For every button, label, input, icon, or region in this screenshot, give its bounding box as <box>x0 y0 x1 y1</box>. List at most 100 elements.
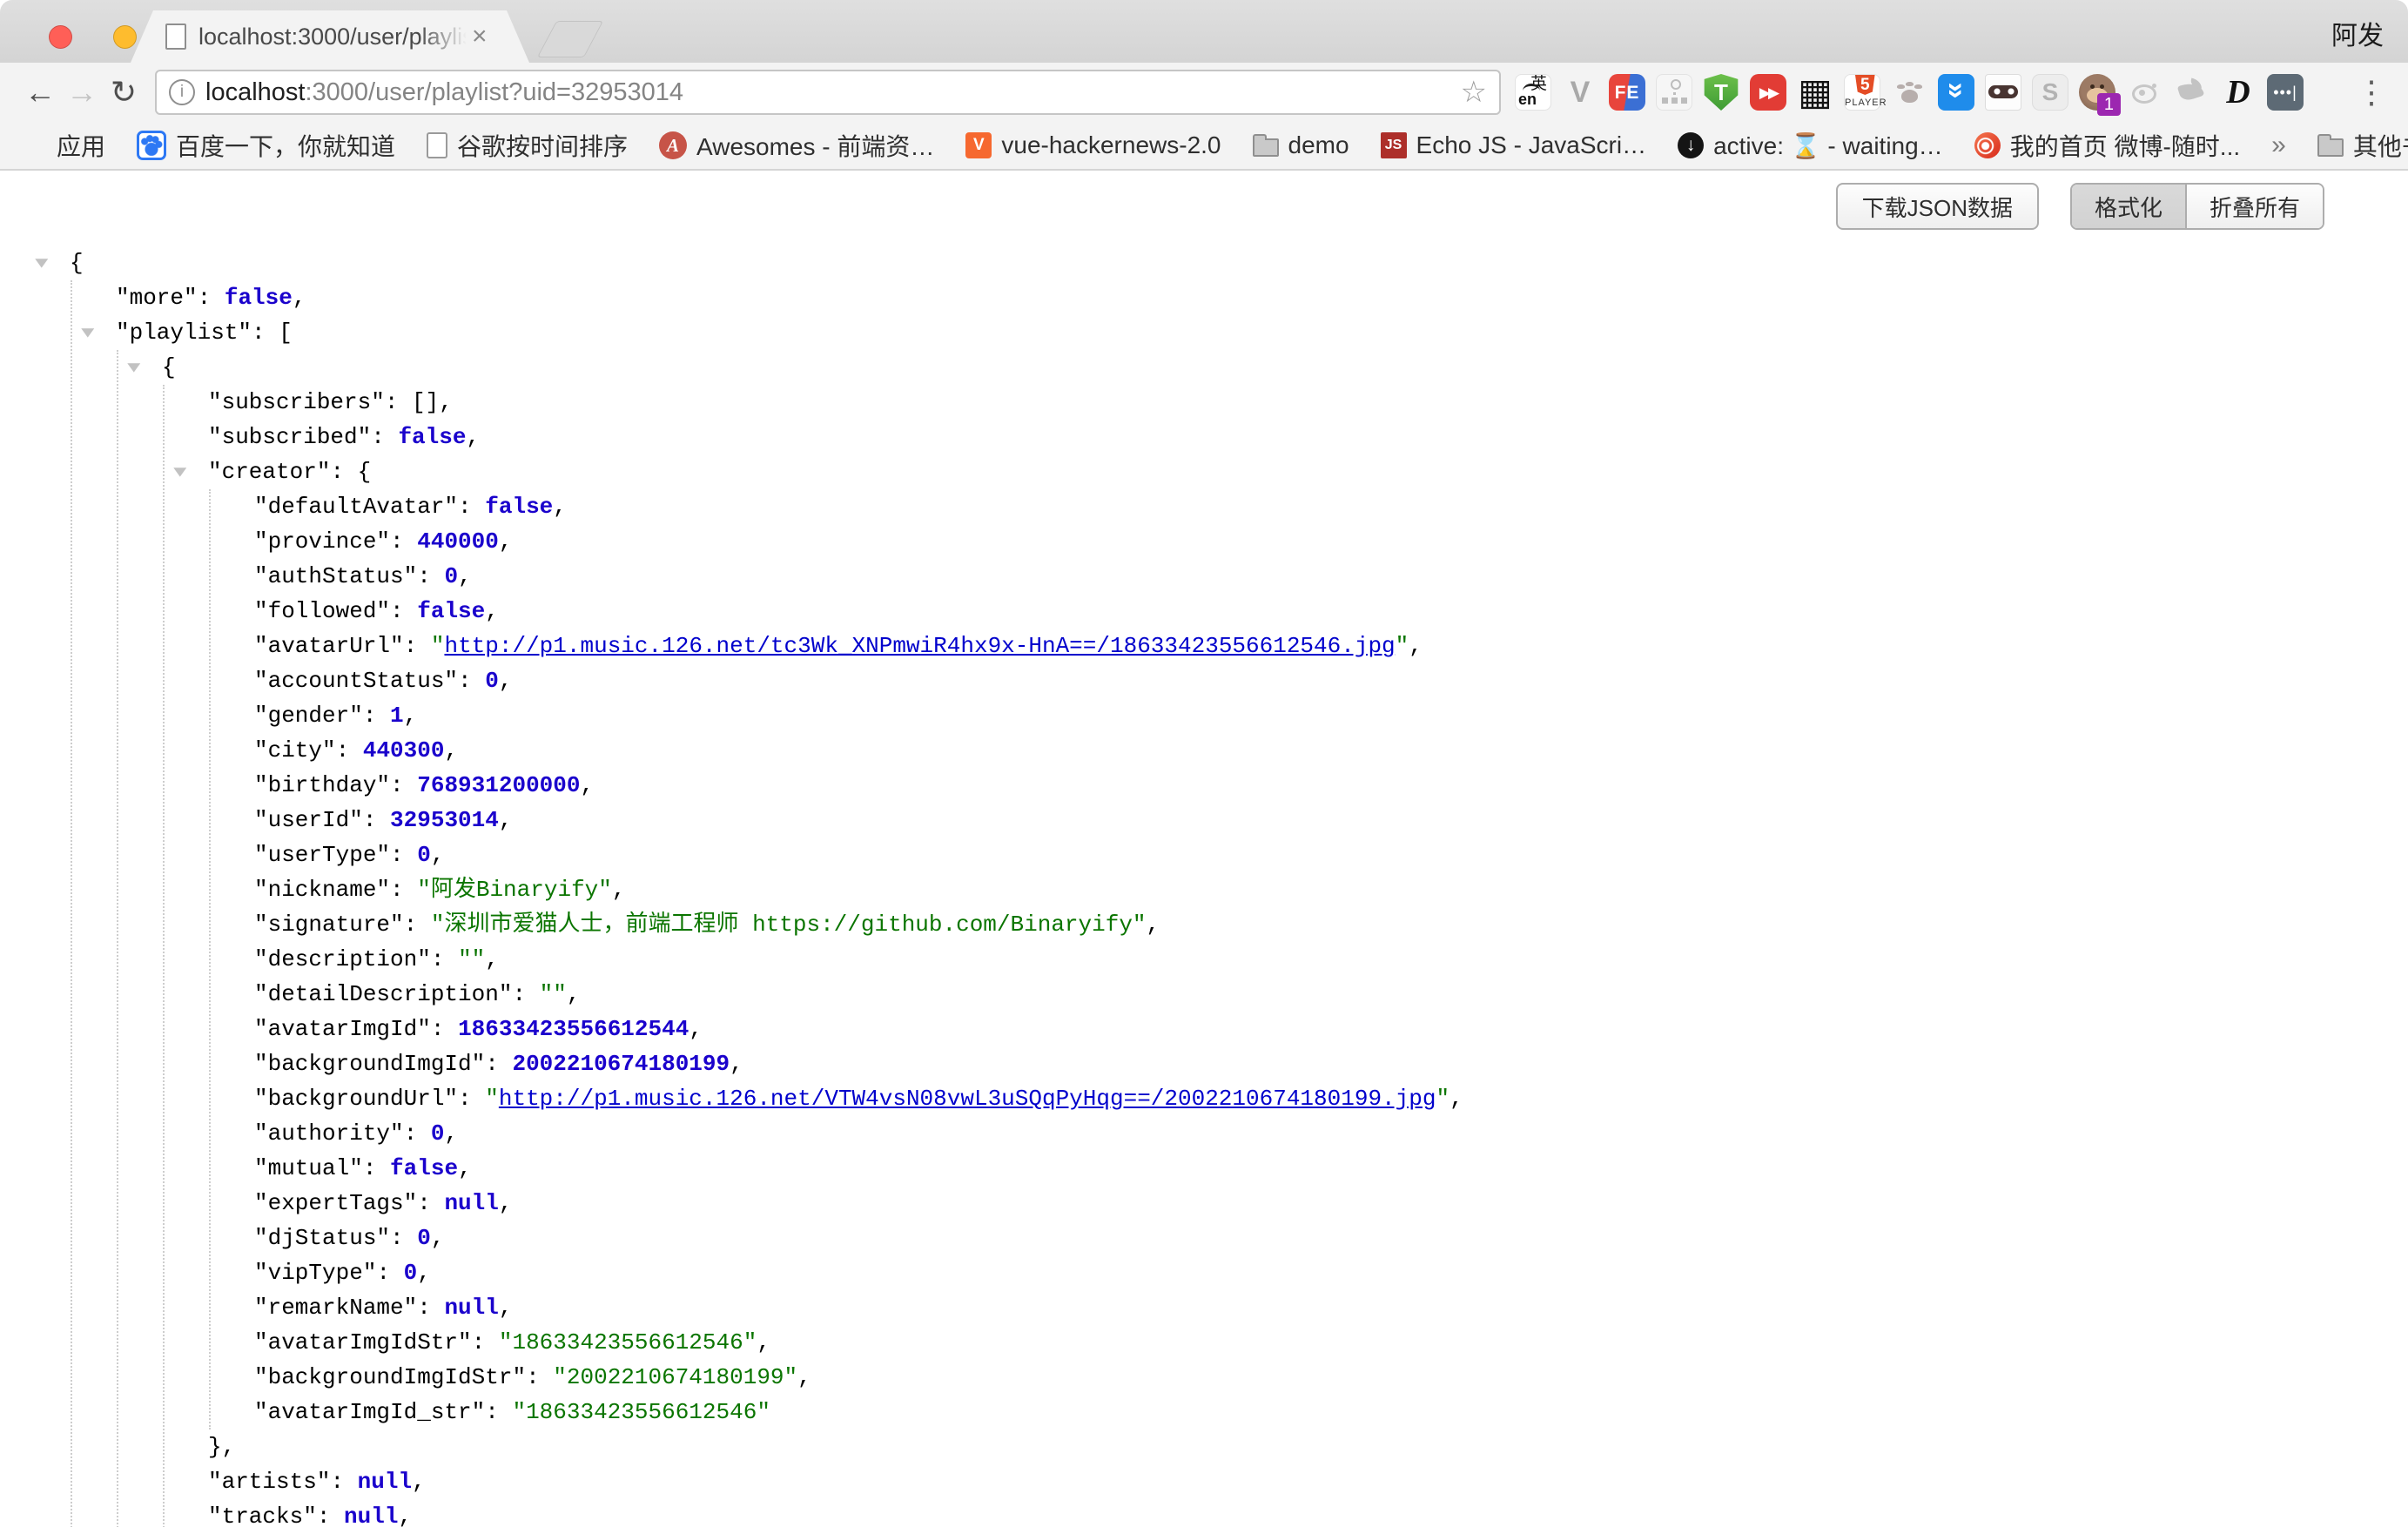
json-token-p: : <box>390 528 417 555</box>
bookmark-label: 百度一下，你就知道 <box>176 128 395 163</box>
monkey-extension-icon[interactable]: 1 <box>2079 74 2115 111</box>
json-token-p: , <box>404 703 418 729</box>
minimize-window-button[interactable] <box>113 25 137 49</box>
json-token-k: "detailDescription" <box>254 981 512 1007</box>
json-token-k: "subscribers" <box>208 389 385 415</box>
bird-extension-icon[interactable] <box>2173 74 2210 111</box>
other-bookmarks-label: 其他书签 <box>2353 128 2408 163</box>
tab-close-icon[interactable]: × <box>472 24 488 50</box>
bookmark-item[interactable]: Vvue-hackernews-2.0 <box>965 131 1221 159</box>
bookmark-item[interactable]: 百度一下，你就知道 <box>137 128 395 163</box>
json-line: "djStatus": 0, <box>254 1221 2408 1255</box>
weibogray-extension-icon[interactable] <box>2126 74 2162 111</box>
json-line: "remarkName": null, <box>254 1290 2408 1325</box>
json-line: "province": 440000, <box>254 524 2408 559</box>
bookmarks-overflow-icon[interactable]: » <box>2271 131 2286 160</box>
sbadge-extension-icon[interactable]: S <box>2032 74 2068 111</box>
back-icon[interactable]: ← <box>19 71 61 113</box>
json-token-k: "artists" <box>208 1469 330 1495</box>
bookmark-item[interactable]: 应用 <box>21 128 105 163</box>
browser-tab[interactable]: localhost:3000/user/playlist?u × <box>131 10 529 63</box>
json-token-st: " <box>1436 1086 1450 1112</box>
json-token-p: : <box>485 1399 512 1425</box>
json-token-p: : <box>390 1225 417 1251</box>
bookmark-item[interactable]: 谷歌按时间排序 <box>427 128 628 163</box>
json-link[interactable]: http://p1.music.126.net/tc3Wk_XNPmwiR4hx… <box>444 633 1395 659</box>
json-token-p: : <box>363 807 390 833</box>
json-token-p: , <box>485 946 499 972</box>
json-token-p: , <box>412 1469 426 1495</box>
reload-icon[interactable]: ↻ <box>103 71 145 113</box>
lastpass-extension-icon[interactable]: •••| <box>2267 74 2304 111</box>
json-line: "subscribers": [], <box>208 385 2408 420</box>
translate-glyph: 英 <box>1530 76 1547 92</box>
bookmark-item[interactable]: demo <box>1253 131 1349 159</box>
site-info-icon[interactable]: i <box>169 79 195 105</box>
bookmark-star-icon[interactable]: ☆ <box>1461 75 1487 110</box>
json-line: "description": "", <box>254 942 2408 977</box>
address-bar[interactable]: i localhost:3000/user/playlist?uid=32953… <box>155 70 1501 115</box>
h5player-extension-icon[interactable]: 5 <box>1844 74 1880 111</box>
json-line: "avatarImgId": 18633423556612544, <box>254 1012 2408 1046</box>
fe-extension-icon[interactable]: FE <box>1609 74 1645 111</box>
json-token-k: "signature" <box>254 911 404 938</box>
json-token-p: : <box>417 1295 444 1321</box>
json-token-p: : <box>363 703 390 729</box>
ff-extension-icon[interactable]: ▶▶ <box>1750 74 1786 111</box>
collapse-expander-icon[interactable]: ▼ <box>35 249 59 277</box>
json-token-p: : <box>336 737 363 764</box>
paw-extension-icon[interactable] <box>1891 74 1927 111</box>
abadge-icon: A <box>659 131 687 159</box>
collapse-expander-icon[interactable]: ▼ <box>173 458 198 486</box>
json-link[interactable]: http://p1.music.126.net/VTW4vsN08vwL3uSQ… <box>499 1086 1436 1112</box>
download-json-button[interactable]: 下载JSON数据 <box>1836 183 2039 230</box>
json-token-p: : <box>404 633 431 659</box>
json-line: ▼{ <box>70 246 2408 280</box>
bookmark-item[interactable]: AAwesomes - 前端资… <box>659 128 934 163</box>
bookmark-item[interactable]: ↓active: ⌛ - waiting… <box>1678 131 1943 160</box>
translate-extension-icon[interactable]: 英 <box>1515 74 1551 111</box>
shield-extension-icon[interactable]: T <box>1703 74 1739 111</box>
maskdoc-extension-icon[interactable] <box>1985 74 2021 111</box>
url-text[interactable]: localhost:3000/user/playlist?uid=3295301… <box>205 78 1461 107</box>
vue-extension-icon[interactable]: V <box>1562 74 1598 111</box>
bookmark-label: demo <box>1288 131 1349 159</box>
browser-profile-name[interactable]: 阿发 <box>2331 14 2384 52</box>
collapse-expander-icon[interactable]: ▼ <box>127 353 151 381</box>
json-line: "artists": null, <box>208 1464 2408 1499</box>
json-token-p: : <box>472 1329 499 1355</box>
json-token-p: : [ <box>252 320 293 346</box>
close-window-button[interactable] <box>49 25 72 49</box>
format-button[interactable]: 格式化 <box>2072 185 2187 228</box>
json-token-p: : <box>404 1120 431 1147</box>
dscript-extension-icon[interactable]: D <box>2220 74 2257 111</box>
bluedl-extension-icon[interactable]: » <box>1938 74 1974 111</box>
json-line: "accountStatus": 0, <box>254 663 2408 698</box>
dscript-glyph: D <box>2226 76 2250 109</box>
folder-icon <box>1253 138 1279 157</box>
shield-glyph: T <box>1714 81 1728 104</box>
json-token-k: "tracks" <box>208 1503 317 1527</box>
json-line: "vipType": 0, <box>254 1255 2408 1290</box>
json-token-p: , <box>580 772 594 798</box>
json-token-st: "18633423556612546" <box>499 1329 757 1355</box>
bookmark-label: 我的首页 微博-随时... <box>2010 128 2240 163</box>
new-tab-button[interactable] <box>537 21 603 57</box>
json-token-p: : <box>363 1155 390 1181</box>
page-favicon-icon <box>165 24 186 50</box>
bookmark-item[interactable]: 我的首页 微博-随时... <box>1974 128 2240 163</box>
sitemap-extension-icon[interactable] <box>1656 74 1692 111</box>
collapse-expander-icon[interactable]: ▼ <box>81 319 105 346</box>
collapse-all-button[interactable]: 折叠所有 <box>2187 185 2323 228</box>
json-token-l: null <box>344 1503 398 1527</box>
json-token-k: "province" <box>254 528 390 555</box>
json-line: "followed": false, <box>254 594 2408 629</box>
json-line: "birthday": 768931200000, <box>254 768 2408 803</box>
qrcode-extension-icon[interactable]: ▦ <box>1797 74 1833 111</box>
json-line: "city": 440300, <box>254 733 2408 768</box>
json-token-p: , <box>417 1260 431 1286</box>
other-bookmarks-button[interactable]: 其他书签 <box>2317 128 2408 163</box>
bookmark-item[interactable]: JSEcho JS - JavaScri… <box>1381 131 1647 159</box>
browser-menu-icon[interactable]: ⋮ <box>2354 74 2389 111</box>
browser-toolbar: ← → ↻ i localhost:3000/user/playlist?uid… <box>0 63 2408 122</box>
